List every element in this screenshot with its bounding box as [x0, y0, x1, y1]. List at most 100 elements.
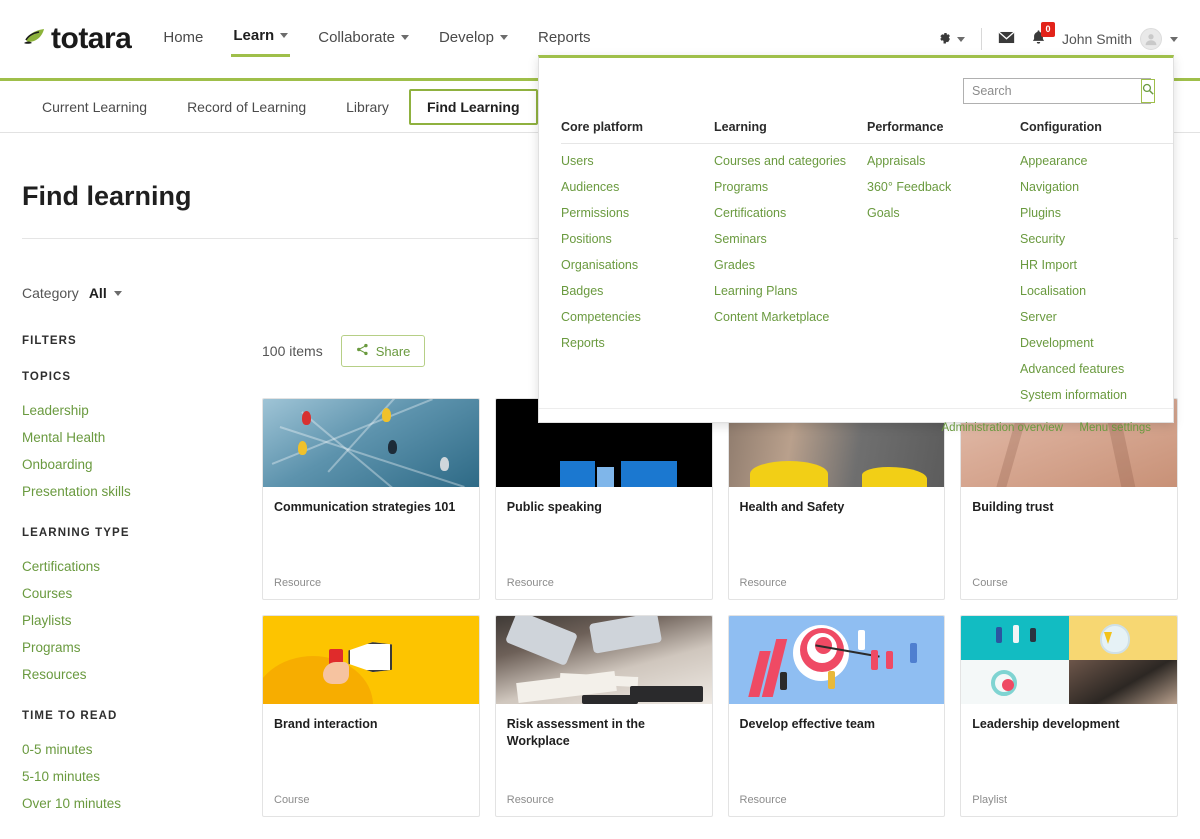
category-dropdown[interactable]: All [89, 285, 122, 301]
card-thumbnail [263, 399, 479, 488]
card-type: Resource [506, 794, 554, 807]
filter-group-learning-type: LEARNING TYPE Certifications Courses Pla… [22, 527, 262, 688]
user-name: John Smith [1061, 31, 1132, 47]
notification-badge: 0 [1040, 22, 1055, 37]
share-label: Share [375, 343, 411, 359]
admin-column-learning: Learning Courses and categories Programs… [714, 120, 867, 408]
filter-option-5-10-minutes[interactable]: 5-10 minutes [22, 763, 262, 790]
search-button[interactable] [1141, 79, 1155, 103]
card-develop-effective-team[interactable]: Develop effective team Resource [727, 615, 946, 818]
admin-link-certifications[interactable]: Certifications [714, 200, 867, 226]
admin-link-server[interactable]: Server [1020, 304, 1173, 330]
admin-link-competencies[interactable]: Competencies [561, 304, 714, 330]
search-input[interactable] [964, 79, 1141, 103]
admin-link-badges[interactable]: Badges [561, 278, 714, 304]
card-body: Health and Safety Resource [729, 487, 945, 599]
filter-option-over-10-minutes[interactable]: Over 10 minutes [22, 790, 262, 817]
brand-name: totara [51, 22, 132, 55]
user-menu[interactable]: John Smith [1062, 28, 1178, 50]
admin-link-360-feedback[interactable]: 360° Feedback [867, 174, 1020, 200]
megaphone-image [263, 616, 479, 705]
admin-link-navigation[interactable]: Navigation [1020, 174, 1173, 200]
admin-link-security[interactable]: Security [1020, 226, 1173, 252]
admin-link-users[interactable]: Users [561, 148, 714, 174]
messages-button[interactable] [998, 31, 1015, 47]
admin-menu-columns: Core platform Users Audiences Permission… [539, 112, 1173, 408]
admin-link-grades[interactable]: Grades [714, 252, 867, 278]
nav-item-collaborate[interactable]: Collaborate [316, 23, 411, 56]
card-body: Communication strategies 101 Resource [263, 487, 479, 599]
filters-heading: FILTERS [22, 335, 77, 348]
tab-library[interactable]: Library [326, 89, 409, 125]
card-brand-interaction[interactable]: Brand interaction Course [262, 615, 480, 818]
chevron-down-icon [113, 290, 122, 296]
admin-link-plugins[interactable]: Plugins [1020, 200, 1173, 226]
admin-link-reports[interactable]: Reports [561, 330, 714, 356]
settings-menu-button[interactable] [937, 30, 965, 48]
card-title: Leadership development [972, 717, 1120, 732]
admin-link-seminars[interactable]: Seminars [714, 226, 867, 252]
filter-option-programs[interactable]: Programs [22, 634, 262, 661]
card-type: Resource [739, 794, 787, 807]
tab-current-learning[interactable]: Current Learning [22, 89, 167, 125]
admin-link-advanced-features[interactable]: Advanced features [1020, 356, 1173, 382]
brand-logo[interactable]: totara [22, 22, 132, 56]
results-count: 100 items [262, 343, 323, 360]
admin-link-system-information[interactable]: System information [1020, 382, 1173, 408]
card-title: Communication strategies 101 [274, 500, 456, 515]
filters-sidebar: FILTERS TOPICS Leadership Mental Health … [22, 331, 262, 839]
admin-link-courses-and-categories[interactable]: Courses and categories [714, 148, 867, 174]
category-value: All [88, 285, 107, 302]
admin-link-positions[interactable]: Positions [561, 226, 714, 252]
admin-link-goals[interactable]: Goals [867, 200, 1020, 226]
admin-link-programs[interactable]: Programs [714, 174, 867, 200]
filter-option-mental-health[interactable]: Mental Health [22, 424, 262, 451]
admin-link-organisations[interactable]: Organisations [561, 252, 714, 278]
card-body: Leadership development Playlist [961, 704, 1177, 816]
card-leadership-development[interactable]: Leadership development Playlist [960, 615, 1178, 818]
filter-option-certifications[interactable]: Certifications [22, 553, 262, 580]
admin-link-audiences[interactable]: Audiences [561, 174, 714, 200]
share-button[interactable]: Share [340, 335, 426, 368]
admin-link-permissions[interactable]: Permissions [561, 200, 714, 226]
filter-option-0-5-minutes[interactable]: 0-5 minutes [22, 736, 262, 763]
nav-item-learn[interactable]: Learn [231, 21, 291, 57]
admin-link-localisation[interactable]: Localisation [1020, 278, 1173, 304]
filter-option-presentation-skills[interactable]: Presentation skills [22, 478, 262, 505]
share-icon [356, 343, 369, 359]
card-thumbnail [728, 616, 945, 705]
admin-link-learning-plans[interactable]: Learning Plans [714, 278, 867, 304]
card-risk-assessment-in-the-workplace[interactable]: Risk assessment in the Workplace Resourc… [494, 615, 713, 818]
chevron-down-icon [1170, 36, 1178, 42]
admin-column-heading: Core platform [561, 120, 714, 144]
filter-option-onboarding[interactable]: Onboarding [22, 451, 262, 478]
menu-settings-link[interactable]: Menu settings [1079, 422, 1151, 434]
nav-item-develop[interactable]: Develop [437, 23, 510, 56]
card-title: Public speaking [506, 500, 602, 515]
card-communication-strategies-101[interactable]: Communication strategies 101 Resource [262, 398, 480, 601]
leadership-collage-image [961, 616, 1177, 705]
card-title: Health and Safety [739, 500, 845, 515]
header-actions: 0 John Smith [937, 22, 1178, 50]
tab-find-learning[interactable]: Find Learning [408, 88, 538, 125]
admin-link-appearance[interactable]: Appearance [1020, 148, 1173, 174]
admin-link-appraisals[interactable]: Appraisals [867, 148, 1020, 174]
admin-link-development[interactable]: Development [1020, 330, 1173, 356]
nav-item-home[interactable]: Home [161, 23, 205, 56]
card-type: Resource [506, 577, 554, 590]
nav-item-reports[interactable]: Reports [536, 23, 593, 56]
filter-option-courses[interactable]: Courses [22, 580, 262, 607]
notifications-button[interactable]: 0 [1031, 22, 1055, 49]
filter-option-leadership[interactable]: Leadership [22, 397, 262, 424]
card-title: Risk assessment in the Workplace [506, 717, 646, 749]
admin-link-hr-import[interactable]: HR Import [1020, 252, 1173, 278]
chevron-down-icon [400, 34, 409, 40]
card-title: Develop effective team [739, 717, 875, 732]
filter-option-resources[interactable]: Resources [22, 661, 262, 688]
administration-overview-link[interactable]: Administration overview [942, 422, 1063, 434]
tab-record-of-learning[interactable]: Record of Learning [167, 89, 326, 125]
admin-link-content-marketplace[interactable]: Content Marketplace [714, 304, 867, 330]
filter-option-playlists[interactable]: Playlists [22, 607, 262, 634]
card-body: Risk assessment in the Workplace Resourc… [496, 704, 712, 816]
category-label: Category [22, 285, 79, 302]
